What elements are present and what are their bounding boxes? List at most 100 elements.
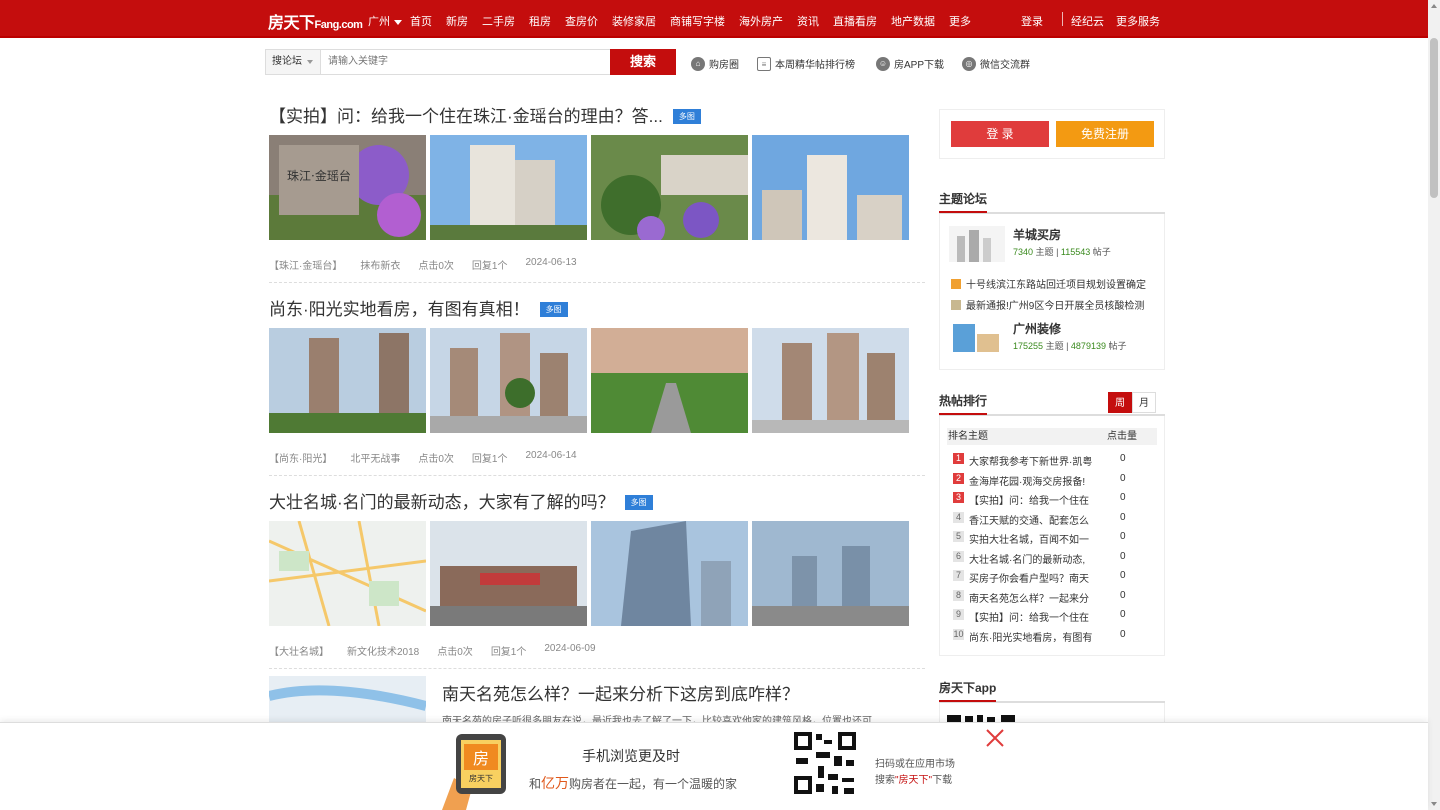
app-download-banner (0, 722, 1428, 810)
post-title-text[interactable]: 【实拍】问：给我一个住在珠江·金瑶台的理由？答... (269, 107, 663, 126)
scroll-up-icon[interactable] (1431, 4, 1437, 8)
forum-name[interactable]: 羊城买房 (1013, 226, 1111, 243)
download-qr-code (792, 730, 858, 796)
rank-row[interactable]: 9 【实拍】问：给我一个住在 0 (953, 609, 1163, 624)
quick-link-label: 购房圈 (709, 60, 739, 71)
forum-name[interactable]: 广州装修 (1013, 320, 1127, 337)
rank-row[interactable]: 10 尚东·阳光实地看房，有图有 0 (953, 628, 1163, 644)
post-image[interactable] (752, 135, 909, 240)
rank-row[interactable]: 6 大壮名城·名门的最新动态, 0 (953, 550, 1163, 566)
login-button[interactable]: 登 录 (951, 121, 1049, 147)
post-author[interactable]: 抹布新衣 (360, 257, 400, 272)
rank-title[interactable]: 买房子你会看户型吗？南天 (969, 570, 1106, 585)
quick-link-circle[interactable]: ⌂ 购房圈 (691, 56, 739, 71)
post-title[interactable]: 大壮名城·名门的最新动态，大家有了解的吗？ 多图 (269, 488, 925, 513)
forum-item[interactable]: 羊城买房 7340 主题 | 115543 帖子 (949, 226, 1111, 262)
rank-row[interactable]: 4 香江天赋的交通、配套怎么 0 (953, 511, 1163, 527)
nav-item-second-hand[interactable]: 二手房 (482, 13, 515, 29)
post-image[interactable] (430, 135, 587, 240)
rank-title[interactable]: 实拍大壮名城，百闻不如一 (969, 531, 1106, 546)
post-image[interactable] (752, 328, 909, 433)
quick-link-app[interactable]: ☺ 房APP下载 (876, 56, 944, 71)
post-image[interactable] (591, 135, 748, 240)
city-selector[interactable]: 广州 (368, 13, 402, 29)
rank-clicks: 0 (1120, 511, 1126, 523)
nav-item-decoration[interactable]: 装修家居 (612, 13, 656, 29)
forum-item[interactable]: 广州装修 175255 主题 | 4879139 帖子 (949, 320, 1127, 356)
register-button[interactable]: 免费注册 (1056, 121, 1154, 147)
search-button[interactable]: 搜索 (610, 49, 676, 75)
scroll-down-icon[interactable] (1431, 802, 1437, 806)
forum-link-text: 十号线滨江东路站回迁项目规划设置确定 (966, 280, 1146, 291)
nav-item-live[interactable]: 直播看房 (833, 13, 877, 29)
broker-link[interactable]: 经纪云 (1071, 13, 1104, 29)
nav-item-more[interactable]: 更多 (949, 13, 971, 29)
page-scrollbar[interactable] (1428, 0, 1440, 810)
quick-link-ranking[interactable]: ≡ 本周精华帖排行榜 (757, 56, 855, 71)
post-forum[interactable]: 【珠江·金瑶台】 (269, 257, 342, 272)
post-forum[interactable]: 【尚东·阳光】 (269, 450, 332, 465)
rank-clicks: 0 (1120, 472, 1126, 484)
app-section-header: 房天下app (939, 679, 1165, 703)
nav-item-news[interactable]: 资讯 (797, 13, 819, 29)
post-clicks: 点击0次 (418, 261, 454, 272)
post-title[interactable]: 尚东·阳光实地看房，有图有真相！ 多图 (269, 295, 925, 320)
rank-row[interactable]: 1 大家帮我参考下新世界·凯粤 0 (953, 453, 1163, 468)
post-image[interactable] (269, 521, 426, 626)
scan-line-1: 扫码或在应用市场 (875, 759, 955, 770)
post-title[interactable]: 【实拍】问：给我一个住在珠江·金瑶台的理由？答... 多图 (269, 102, 925, 127)
forum-link[interactable]: 最新通报!广州9区今日开展全员核酸检测 (951, 297, 1161, 312)
post-image[interactable]: 珠江·金瑶台 (269, 135, 426, 240)
nav-item-price[interactable]: 查房价 (565, 13, 598, 29)
nav-item-home[interactable]: 首页 (410, 13, 432, 29)
post-image[interactable] (591, 328, 748, 433)
quick-link-wechat[interactable]: ◎ 微信交流群 (962, 56, 1030, 71)
rank-number: 8 (953, 589, 964, 601)
rank-title[interactable]: 金海岸花园·观海交房报备! (969, 473, 1106, 488)
rank-tabs: 周 月 (1108, 392, 1156, 413)
rank-row[interactable]: 5 实拍大壮名城，百闻不如一 0 (953, 531, 1163, 546)
post-item: 【实拍】问：给我一个住在珠江·金瑶台的理由？答... 多图 珠江·金瑶台 【珠江·… (269, 102, 925, 283)
post-title-text[interactable]: 大壮名城·名门的最新动态，大家有了解的吗？ (269, 493, 615, 512)
scrollbar-thumb[interactable] (1430, 38, 1438, 198)
nav-item-overseas[interactable]: 海外房产 (739, 13, 783, 29)
rank-title[interactable]: 大壮名城·名门的最新动态, (969, 551, 1106, 566)
nav-item-office[interactable]: 商铺写字楼 (670, 13, 725, 29)
forum-link[interactable]: 十号线滨江东路站回迁项目规划设置确定 (951, 276, 1161, 291)
search-scope-select[interactable]: 搜论坛 (266, 50, 321, 74)
more-services-link[interactable]: 更多服务 (1116, 13, 1160, 29)
rank-row[interactable]: 3 【实拍】问：给我一个住在 0 (953, 492, 1163, 507)
rank-title[interactable]: 南天名苑怎么样？一起来分 (969, 590, 1106, 605)
search-input[interactable] (321, 50, 610, 74)
tab-week[interactable]: 周 (1108, 392, 1132, 413)
nav-item-data[interactable]: 地产数据 (891, 13, 935, 29)
post-title[interactable]: 南天名苑怎么样？一起来分析下这房到底咋样？ (442, 680, 799, 705)
post-author[interactable]: 北平无战事 (350, 450, 400, 465)
post-image[interactable] (269, 676, 426, 726)
tab-month[interactable]: 月 (1132, 392, 1156, 413)
forum-section-header: 主题论坛 (939, 190, 1165, 214)
search-bar: 搜论坛 搜索 (265, 49, 676, 75)
post-image[interactable] (430, 328, 587, 433)
post-image[interactable] (752, 521, 909, 626)
post-image[interactable] (591, 521, 748, 626)
post-image[interactable] (269, 328, 426, 433)
rank-row[interactable]: 8 南天名苑怎么样？一起来分 0 (953, 589, 1163, 605)
rank-row[interactable]: 2 金海岸花园·观海交房报备! 0 (953, 472, 1163, 488)
rank-title[interactable]: 大家帮我参考下新世界·凯粤 (969, 453, 1106, 468)
login-link[interactable]: 登录 (1021, 13, 1043, 29)
nav-item-rent[interactable]: 租房 (529, 13, 551, 29)
post-forum[interactable]: 【大壮名城】 (269, 643, 329, 658)
rank-title[interactable]: 【实拍】问：给我一个住在 (969, 609, 1106, 624)
post-author[interactable]: 新文化技术2018 (347, 643, 419, 658)
forum-topic-label: 主题 (1035, 247, 1054, 257)
rank-title[interactable]: 香江天赋的交通、配套怎么 (969, 512, 1106, 527)
rank-row[interactable]: 7 买房子你会看户型吗？南天 0 (953, 570, 1163, 585)
post-title-text[interactable]: 尚东·阳光实地看房，有图有真相！ (269, 300, 530, 319)
nav-item-new-house[interactable]: 新房 (446, 13, 468, 29)
rank-title[interactable]: 尚东·阳光实地看房，有图有 (969, 629, 1106, 644)
site-logo[interactable]: 房天下Fang.com (268, 9, 363, 33)
close-icon[interactable] (984, 727, 1006, 749)
rank-title[interactable]: 【实拍】问：给我一个住在 (969, 492, 1106, 507)
post-image[interactable] (430, 521, 587, 626)
